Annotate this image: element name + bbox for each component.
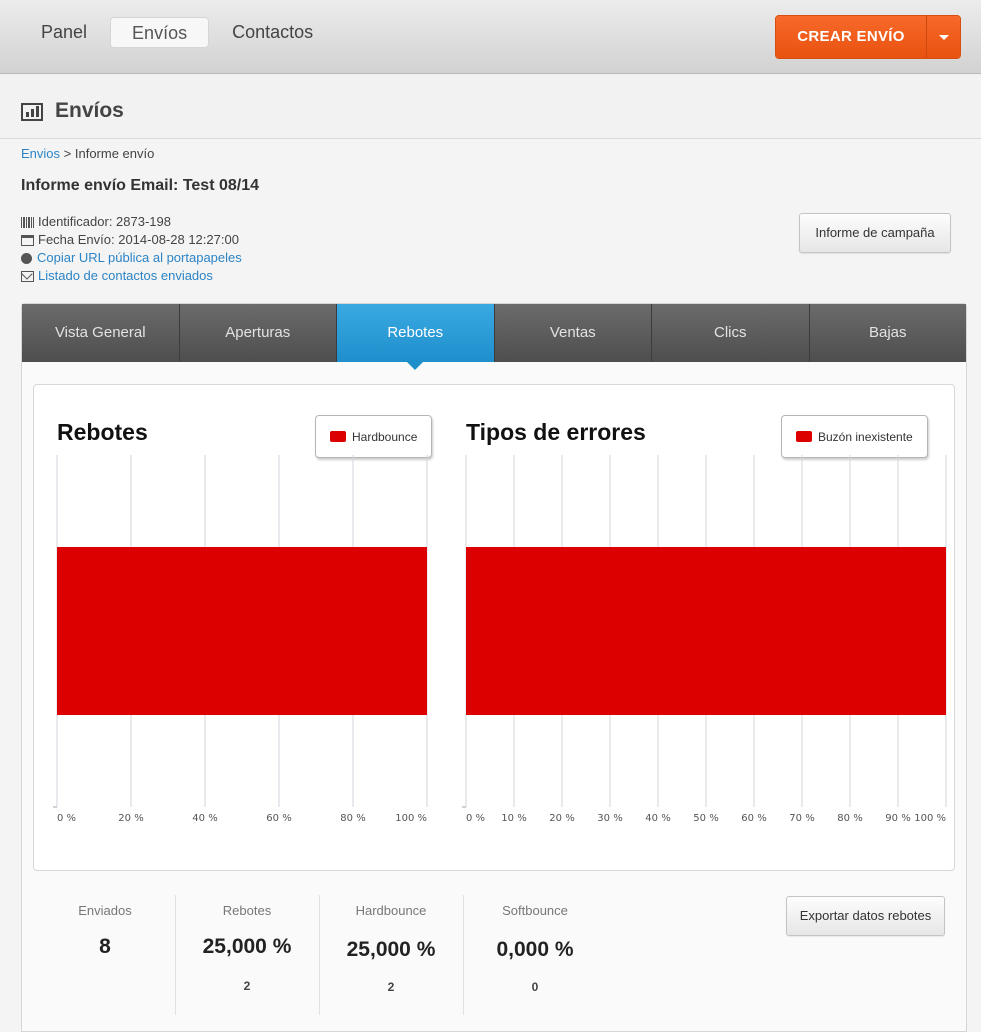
breadcrumb-current: Informe envío <box>74 146 155 161</box>
stat-value: 25,000 % <box>202 935 292 958</box>
x-tick-label: 30 % <box>597 813 622 824</box>
sent-contacts-link[interactable]: Listado de contactos enviados <box>38 267 213 285</box>
x-tick-label: 40 % <box>645 813 670 824</box>
bar[interactable] <box>57 547 427 715</box>
calendar-icon <box>21 234 34 246</box>
x-tick-label: 80 % <box>340 813 365 824</box>
main-nav: Panel Envíos Contactos <box>26 17 336 48</box>
page-title: Envíos <box>55 99 124 122</box>
x-tick-label: 40 % <box>192 813 217 824</box>
stat-label: Softbounce <box>502 903 568 918</box>
stat-hardbounce: Hardbounce 25,000 % 2 <box>319 895 463 1015</box>
stat-softbounce: Softbounce 0,000 % 0 <box>463 895 607 1015</box>
stat-enviados: Enviados 8 <box>33 895 177 1015</box>
tab-ventas[interactable]: Ventas <box>494 304 652 362</box>
stat-count: 0 <box>531 980 539 994</box>
x-tick-label: 80 % <box>837 813 862 824</box>
stat-rebotes: Rebotes 25,000 % 2 <box>175 895 319 1015</box>
nav-item-envios[interactable]: Envíos <box>110 17 210 48</box>
create-send-dropdown-toggle[interactable] <box>926 16 960 58</box>
barcode-icon <box>21 216 34 228</box>
breadcrumb-link-envios[interactable]: Envios <box>21 146 60 161</box>
x-tick-label: 60 % <box>266 813 291 824</box>
create-send-button[interactable]: CREAR ENVÍO <box>776 16 926 58</box>
report-meta: Identificador: 2873-198 Fecha Envío: 201… <box>21 213 242 285</box>
x-tick-label: 0 % <box>466 813 485 824</box>
envelope-icon <box>21 270 34 282</box>
stat-value: 25,000 % <box>346 938 436 961</box>
stat-label: Hardbounce <box>355 903 427 918</box>
charts-container: Rebotes Hardbounce 0 % 20 % 40 % 60 % 80 % 10… <box>33 384 955 871</box>
report-tabs: Vista General Aperturas Rebotes Ventas C… <box>22 304 966 370</box>
create-send-split-button: CREAR ENVÍO <box>775 15 961 59</box>
x-tick-label: 50 % <box>693 813 718 824</box>
nav-item-contactos[interactable]: Contactos <box>217 17 328 48</box>
bar-chart-icon <box>21 103 43 121</box>
chart-rebotes: 0 % 20 % 40 % 60 % 80 % 100 % <box>53 455 428 824</box>
tab-vista-general[interactable]: Vista General <box>22 304 180 362</box>
chart-tipos-errores: 0 % 10 % 20 % 30 % 40 % 50 % 60 % 70 % 80 % 90 % 1… <box>462 455 947 824</box>
report-title: Informe envío Email: Test 08/14 <box>21 177 260 194</box>
stat-label: Rebotes <box>222 903 272 918</box>
x-tick-label: 0 % <box>57 813 76 824</box>
x-tick-label: 20 % <box>549 813 574 824</box>
stat-count: 2 <box>387 980 395 994</box>
x-tick-label: 100 % <box>914 813 946 824</box>
x-tick-label: 20 % <box>118 813 143 824</box>
report-send-date: Fecha Envío: 2014-08-28 12:27:00 <box>38 232 239 247</box>
breadcrumb: Envios > Informe envío <box>21 146 154 161</box>
caret-down-icon <box>938 34 949 40</box>
top-bar: Panel Envíos Contactos CREAR ENVÍO <box>0 0 981 74</box>
x-tick-label: 60 % <box>741 813 766 824</box>
tab-rebotes[interactable]: Rebotes <box>337 304 495 370</box>
stat-value: 8 <box>99 935 111 958</box>
copy-public-url-link[interactable]: Copiar URL pública al portapapeles <box>37 249 242 267</box>
tab-bajas[interactable]: Bajas <box>809 304 966 362</box>
x-tick-label: 70 % <box>789 813 814 824</box>
tab-clics[interactable]: Clics <box>652 304 810 362</box>
stat-value: 0,000 % <box>496 938 574 961</box>
page-header: Envíos <box>0 74 981 139</box>
stat-count: 2 <box>243 979 251 993</box>
breadcrumb-separator: > <box>63 146 72 161</box>
bar[interactable] <box>466 547 946 715</box>
globe-icon <box>21 252 32 264</box>
x-tick-label: 90 % <box>885 813 910 824</box>
tab-aperturas[interactable]: Aperturas <box>179 304 337 362</box>
stat-label: Enviados <box>78 903 132 918</box>
campaign-report-button[interactable]: Informe de campaña <box>799 213 951 253</box>
export-bounces-button[interactable]: Exportar datos rebotes <box>786 896 945 936</box>
report-identifier: Identificador: 2873-198 <box>38 214 171 229</box>
x-tick-label: 10 % <box>501 813 526 824</box>
nav-item-panel[interactable]: Panel <box>26 17 102 48</box>
x-tick-label: 100 % <box>395 813 427 824</box>
